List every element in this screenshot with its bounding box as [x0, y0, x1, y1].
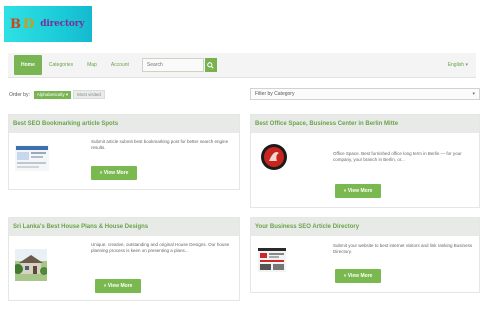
logo-letter-d: D [23, 16, 35, 32]
order-most-visited-button[interactable]: Most visited [73, 90, 105, 99]
logo-text: directory [40, 19, 85, 29]
view-more-button[interactable]: » View More [335, 269, 381, 283]
nav-home[interactable]: Home [14, 55, 42, 75]
logo-letters: B D [10, 17, 34, 32]
logo-letter-b: B [10, 16, 21, 32]
main-navbar: Home Categories Map Account English ▾ [8, 53, 476, 78]
nav-map[interactable]: Map [80, 53, 104, 77]
listing-thumbnail[interactable] [15, 145, 49, 171]
card-description: Unique, creative, outstanding and origin… [91, 242, 230, 253]
view-more-label: » View More [343, 273, 373, 279]
view-more-button[interactable]: » View More [95, 279, 141, 293]
chevron-down-icon: ▾ [472, 91, 475, 97]
card-description: Submit your website to best internet vis… [333, 243, 473, 254]
card-title[interactable]: Sri Lanka's Best House Plans & House Des… [9, 218, 239, 236]
card-description: Office Space. Best furnished office long… [333, 151, 462, 162]
listing-card: Best SEO Bookmarking article Spots Submi… [8, 114, 240, 190]
card-description: Submit article submit best bookmarking p… [91, 139, 229, 150]
listing-card: Your Business SEO Article Directory Subm… [250, 217, 480, 293]
language-selector[interactable]: English ▾ [448, 62, 468, 68]
site-logo[interactable]: B D directory [4, 6, 92, 42]
card-title[interactable]: Best SEO Bookmarking article Spots [9, 115, 239, 133]
filter-label: Filter by Category [255, 91, 295, 97]
search-input[interactable] [141, 58, 204, 72]
listing-card: Best Office Space, Business Center in Be… [250, 114, 480, 208]
listing-thumbnail[interactable] [15, 249, 47, 281]
view-more-label: » View More [99, 170, 129, 176]
order-alphabetically-button[interactable]: Alphabetically ▾ [33, 90, 72, 99]
search-icon [207, 61, 215, 69]
search-button[interactable] [204, 58, 217, 72]
listing-thumbnail[interactable] [258, 248, 286, 272]
view-more-label: » View More [343, 188, 373, 194]
listing-card: Sri Lanka's Best House Plans & House Des… [8, 217, 240, 301]
order-by-label: Order by: [9, 91, 30, 98]
view-more-button[interactable]: » View More [335, 184, 381, 198]
listing-thumbnail[interactable] [260, 143, 288, 171]
nav-categories[interactable]: Categories [42, 53, 80, 77]
nav-account[interactable]: Account [104, 53, 136, 77]
order-by-row: Order by: Alphabetically ▾ Most visited [9, 90, 105, 99]
view-more-button[interactable]: » View More [91, 166, 137, 180]
language-label: English [447, 62, 465, 68]
chevron-down-icon: ▾ [465, 62, 468, 68]
card-title[interactable]: Your Business SEO Article Directory [251, 218, 479, 236]
filter-category-select[interactable]: Filter by Category ▾ [250, 88, 480, 100]
order-option-1: Alphabetically [36, 91, 65, 97]
card-title[interactable]: Best Office Space, Business Center in Be… [251, 115, 479, 133]
view-more-label: » View More [103, 283, 133, 289]
